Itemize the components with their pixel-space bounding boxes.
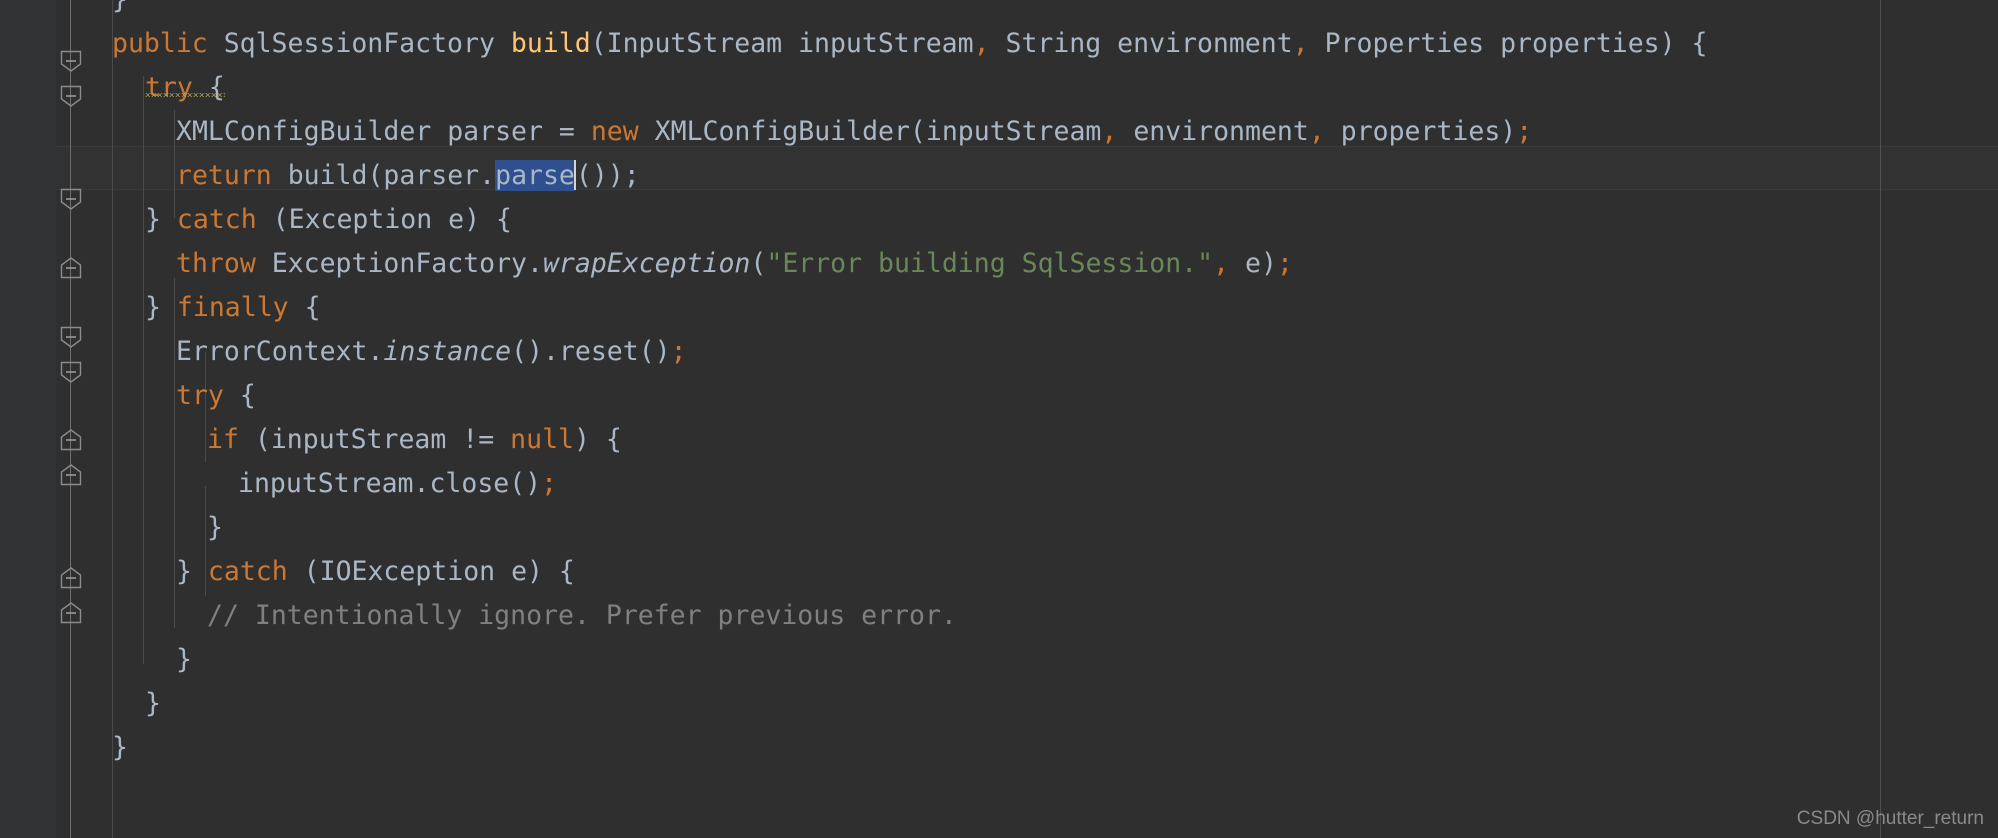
code-token: inputStream.close() (238, 468, 542, 499)
code-token: if (207, 424, 239, 455)
code-token: , (973, 28, 990, 59)
code-token: { (288, 292, 321, 323)
code-token: (Exception e) { (256, 204, 512, 235)
code-line[interactable]: throw ExceptionFactory.wrapException("Er… (0, 242, 1293, 286)
code-token: (inputStream != (238, 424, 511, 455)
code-token: SqlSessionFactory (207, 28, 511, 59)
code-token: catch (176, 204, 257, 235)
code-token: } (145, 204, 177, 235)
code-token: build (510, 28, 591, 59)
code-token: ; (1276, 248, 1293, 279)
code-token: } (112, 0, 128, 15)
code-line[interactable]: } catch (IOException e) { (0, 550, 575, 594)
code-line[interactable]: } (0, 682, 161, 726)
code-line[interactable]: } finally { (0, 286, 321, 330)
code-token: { (192, 72, 225, 103)
code-token: try (176, 380, 224, 411)
code-token: e) (1229, 248, 1277, 279)
code-token: build(parser. (271, 160, 496, 191)
code-token: } (145, 688, 161, 719)
code-token: , (1101, 116, 1118, 147)
code-token: } (112, 732, 128, 763)
code-token: ); (607, 160, 640, 191)
code-line[interactable]: public SqlSessionFactory build(InputStre… (0, 22, 1708, 66)
code-token: try (145, 72, 193, 103)
warning-underline: try { (145, 72, 225, 103)
code-line[interactable]: XMLConfigBuilder parser = new XMLConfigB… (0, 110, 1532, 154)
code-token: properties) (1324, 116, 1517, 147)
code-token: wrapException (542, 248, 751, 279)
code-token: XMLConfigBuilder(inputStream (638, 116, 1102, 147)
code-line[interactable]: } (0, 0, 128, 22)
code-token: } (145, 292, 177, 323)
code-token: ; (670, 336, 687, 367)
code-line[interactable]: } catch (Exception e) { (0, 198, 512, 242)
code-token: , (1308, 116, 1325, 147)
csdn-watermark: CSDN @hutter_return (1796, 808, 1984, 829)
code-token: ( (750, 248, 767, 279)
code-editor[interactable]: } public SqlSessionFactory build(InputStr… (0, 0, 1998, 838)
code-line[interactable]: try { (0, 66, 225, 110)
code-token: new (590, 116, 639, 147)
code-token: XMLConfigBuilder parser = (176, 116, 591, 147)
code-token: public (112, 28, 208, 59)
code-token: ) { (573, 424, 622, 455)
code-token: throw (176, 248, 256, 279)
code-token: , (1292, 28, 1309, 59)
code-token: ; (541, 468, 558, 499)
code-line[interactable]: // Intentionally ignore. Prefer previous… (0, 594, 957, 638)
code-token: { (223, 380, 256, 411)
code-token: catch (207, 556, 288, 587)
code-line[interactable]: } (0, 638, 192, 682)
code-token: () (575, 160, 608, 191)
code-token: return (176, 160, 272, 191)
code-token: environment (1117, 116, 1309, 147)
code-line[interactable]: inputStream.close(); (0, 462, 557, 506)
code-token: } (207, 512, 223, 543)
code-token: // Intentionally ignore. Prefer previous… (207, 600, 957, 631)
code-line[interactable]: try { (0, 374, 256, 418)
code-token: ErrorContext. (176, 336, 384, 367)
code-token: } (176, 644, 192, 675)
code-token: finally (176, 292, 289, 323)
selected-token: parse (495, 160, 575, 191)
code-text-area[interactable]: } public SqlSessionFactory build(InputStr… (0, 0, 1998, 838)
code-token: (InputStream inputStream (590, 28, 974, 59)
code-token: Properties properties) { (1308, 28, 1708, 59)
code-token: null (510, 424, 574, 455)
code-token: instance (383, 336, 512, 367)
code-token: ().reset() (511, 336, 671, 367)
code-token: ExceptionFactory. (255, 248, 543, 279)
code-line[interactable]: if (inputStream != null) { (0, 418, 622, 462)
code-line[interactable]: } (0, 506, 223, 550)
code-token: } (176, 556, 208, 587)
code-line[interactable]: return build(parser.parse()); (0, 154, 640, 198)
code-token: "Error building SqlSession." (766, 248, 1214, 279)
code-token: ; (1516, 116, 1533, 147)
code-token: String environment (989, 28, 1293, 59)
code-token: , (1213, 248, 1230, 279)
code-line[interactable]: } (0, 726, 128, 770)
code-token: (IOException e) { (287, 556, 575, 587)
code-line[interactable]: ErrorContext.instance().reset(); (0, 330, 687, 374)
